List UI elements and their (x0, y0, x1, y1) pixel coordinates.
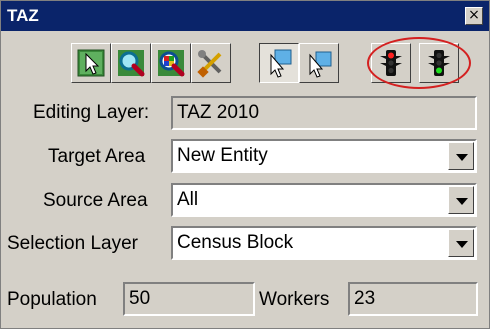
target-area-dropdown[interactable]: New Entity (171, 139, 477, 173)
population-value: 50 (129, 288, 151, 309)
title-bar[interactable]: TAZ × (1, 1, 489, 31)
zoom-button[interactable] (111, 43, 151, 83)
select-pointer-icon (77, 49, 105, 77)
pointer-add-icon (270, 49, 292, 78)
tools-button[interactable] (191, 43, 231, 83)
target-area-label: Target Area (48, 146, 146, 167)
selection-layer-value: Census Block (177, 232, 294, 253)
close-button[interactable]: × (465, 7, 483, 25)
source-area-dropdown-arrow[interactable] (448, 186, 474, 214)
workers-value: 23 (354, 288, 376, 309)
zoom-color-button[interactable] (151, 43, 191, 83)
selection-layer-dropdown[interactable]: Census Block (171, 226, 477, 260)
workers-label: Workers (259, 289, 330, 310)
taz-dialog: TAZ × Editing Layer: TAZ 2010 Target Are… (0, 0, 490, 329)
source-area-label: Source Area (43, 190, 148, 211)
editing-layer-label: Editing Layer: (33, 102, 150, 123)
source-area-dropdown[interactable]: All (171, 183, 477, 217)
zoom-color-magnifier-icon (158, 50, 185, 77)
zoom-magnifier-icon (118, 50, 145, 77)
select-pointer-button[interactable] (71, 43, 111, 83)
selection-layer-label: Selection Layer (7, 233, 138, 254)
selection-layer-dropdown-arrow[interactable] (448, 229, 474, 257)
population-field: 50 (123, 282, 255, 316)
pointer-add-button[interactable] (259, 43, 299, 83)
pointer-select-button[interactable] (299, 43, 339, 83)
workers-field: 23 (348, 282, 478, 316)
highlight-circle (367, 37, 471, 89)
window-title: TAZ (7, 6, 39, 25)
source-area-value: All (177, 189, 199, 210)
editing-layer-field: TAZ 2010 (171, 96, 477, 130)
tools-icon (197, 50, 222, 78)
target-area-value: New Entity (177, 145, 268, 166)
population-label: Population (7, 289, 97, 310)
target-area-dropdown-arrow[interactable] (448, 142, 474, 170)
editing-layer-value: TAZ 2010 (177, 102, 260, 123)
pointer-select-icon (309, 51, 332, 78)
